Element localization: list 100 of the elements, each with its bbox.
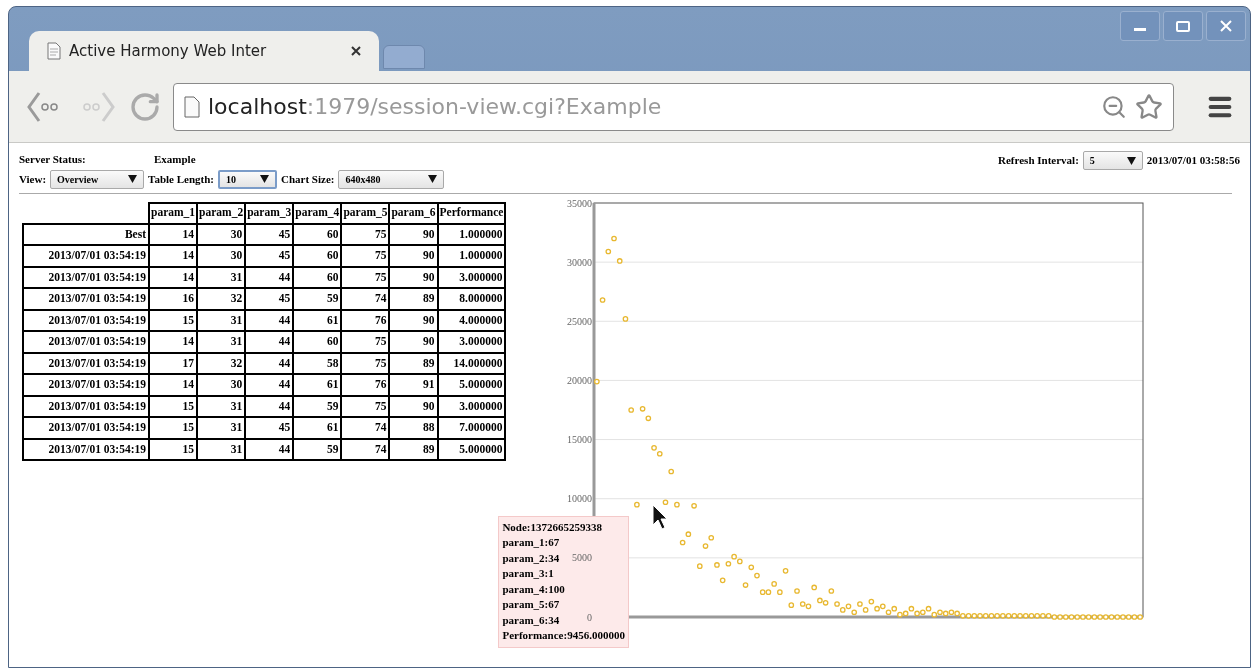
table-cell: 59 — [293, 438, 342, 460]
table-cell: 14.000000 — [437, 352, 506, 374]
table-cell: 14 — [149, 374, 198, 396]
column-header: param_1 — [149, 202, 198, 224]
table-cell: 75 — [341, 352, 390, 374]
table-cell: 89 — [389, 438, 438, 460]
table-cell: 89 — [389, 288, 438, 310]
row-label: 2013/07/01 03:54:19 — [23, 309, 149, 331]
table-cell: 1.000000 — [437, 245, 506, 267]
table-cell: 15 — [149, 395, 198, 417]
row-label: 2013/07/01 03:54:19 — [23, 374, 149, 396]
table-cell: 88 — [389, 417, 438, 439]
table-cell: 44 — [245, 374, 294, 396]
table-cell: 90 — [389, 395, 438, 417]
table-cell: 14 — [149, 266, 198, 288]
row-label: 2013/07/01 03:54:19 — [23, 245, 149, 267]
refresh-interval-label: Refresh Interval: — [998, 153, 1079, 169]
table-cell: 75 — [341, 223, 390, 245]
tooltip-line: param_3:1 — [502, 566, 554, 581]
table-cell: 32 — [197, 288, 246, 310]
table-cell: 75 — [341, 245, 390, 267]
table-cell: 89 — [389, 352, 438, 374]
table-cell: 75 — [341, 266, 390, 288]
table-cell: 15 — [149, 309, 198, 331]
table-cell: 60 — [293, 266, 342, 288]
table-cell: 75 — [341, 331, 390, 353]
tooltip-line: param_6:34 — [502, 612, 560, 628]
tooltip-line: Performance:9456.000000 — [502, 628, 625, 643]
row-label: 2013/07/01 03:54:19 — [23, 438, 149, 460]
y-tick-label: 0 — [587, 611, 593, 622]
table-cell: 31 — [197, 309, 246, 331]
table-cell: 15 — [149, 417, 198, 439]
table-cell: 90 — [389, 309, 438, 331]
table-cell: 45 — [245, 288, 294, 310]
table-cell: 76 — [341, 309, 390, 331]
tooltip-line: param_4:100 — [502, 581, 565, 597]
view-label: View: — [19, 171, 47, 187]
table-length-label: Table Length: — [148, 171, 214, 187]
y-tick-label: 5000 — [572, 551, 593, 563]
tooltip-line: param_5:67 — [502, 597, 560, 612]
row-label: 2013/07/01 03:54:19 — [23, 288, 149, 310]
table-cell: 30 — [197, 223, 246, 245]
table-cell: 1.000000 — [437, 223, 506, 245]
table-cell: 15 — [149, 438, 198, 460]
url-text: localhost:1979/session-view.cgi?Example — [208, 93, 663, 121]
table-cell: 74 — [341, 438, 390, 460]
tooltip-line: param_1:67 — [502, 535, 560, 550]
table-cell: 17 — [149, 352, 198, 374]
table-cell: 5.000000 — [437, 374, 506, 396]
column-header: param_3 — [245, 202, 294, 224]
table-cell: 44 — [245, 438, 294, 460]
table-cell: 30 — [197, 374, 246, 396]
row-label: 2013/07/01 03:54:19 — [23, 352, 149, 374]
chart-size-label: Chart Size: — [281, 171, 335, 187]
table-cell: 59 — [293, 395, 342, 417]
row-label: 2013/07/01 03:54:19 — [23, 417, 149, 439]
table-cell: 76 — [341, 374, 390, 396]
column-header: param_5 — [341, 202, 390, 224]
table-cell: 8.000000 — [437, 288, 506, 310]
table-cell: 45 — [245, 417, 294, 439]
table-cell: 3.000000 — [437, 395, 506, 417]
table-cell: 90 — [389, 331, 438, 353]
table-cell: 31 — [197, 331, 246, 353]
table-cell: 60 — [293, 223, 342, 245]
table-cell: 44 — [245, 331, 294, 353]
table-cell: 31 — [197, 417, 246, 439]
y-tick-label: 30000 — [567, 256, 593, 268]
table-cell: 14 — [149, 223, 198, 245]
column-header: param_2 — [197, 202, 246, 224]
table-cell: 61 — [293, 309, 342, 331]
table-cell: 4.000000 — [437, 309, 506, 331]
server-status: Example — [154, 152, 196, 167]
timestamp: 2013/07/01 03:58:56 — [1146, 153, 1240, 169]
table-cell: 59 — [293, 288, 342, 310]
table-cell: 74 — [341, 288, 390, 310]
table-cell: 3.000000 — [437, 331, 506, 353]
table-cell: 44 — [245, 352, 294, 374]
table-cell: 90 — [389, 223, 438, 245]
table-cell: 14 — [149, 331, 198, 353]
y-tick-label: 35000 — [567, 197, 593, 208]
column-header: Performance — [437, 202, 506, 224]
table-cell: 16 — [149, 288, 198, 310]
table-cell: 60 — [293, 245, 342, 267]
table-cell: 75 — [341, 395, 390, 417]
table-cell: 90 — [389, 245, 438, 267]
table-cell: 31 — [197, 438, 246, 460]
server-status-label: Server Status: — [19, 152, 87, 167]
table-cell: 5.000000 — [437, 438, 506, 460]
row-label: Best — [23, 223, 149, 245]
table-cell: 7.000000 — [437, 417, 506, 439]
column-header: param_6 — [389, 202, 438, 224]
column-header: param_4 — [293, 202, 342, 224]
table-cell: 45 — [245, 223, 294, 245]
table-cell: 32 — [197, 352, 246, 374]
table-cell: 30 — [197, 245, 246, 267]
y-tick-label: 15000 — [567, 433, 593, 445]
table-cell: 90 — [389, 266, 438, 288]
table-cell: 14 — [149, 245, 198, 267]
tab-title: Active Harmony Web Inter — [69, 40, 268, 62]
row-label: 2013/07/01 03:54:19 — [23, 266, 149, 288]
